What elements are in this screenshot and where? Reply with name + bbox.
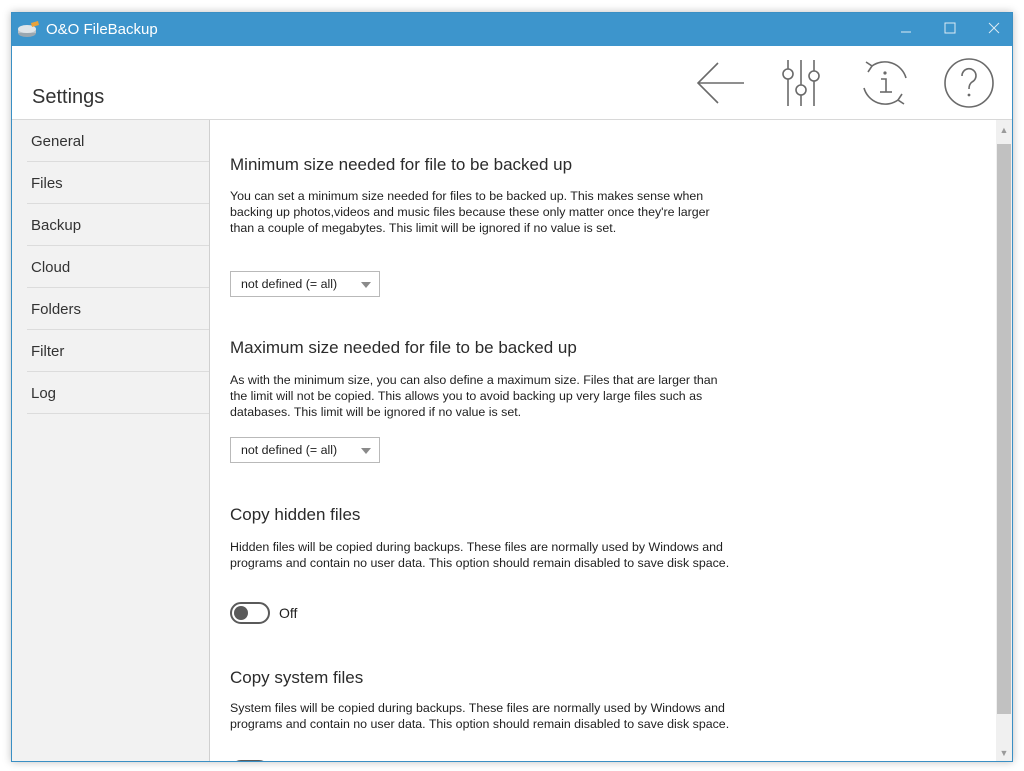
- settings-content: Minimum size needed for file to be backe…: [211, 120, 996, 761]
- max-size-dropdown[interactable]: not defined (= all): [230, 437, 380, 463]
- title-bar: O&O FileBackup: [12, 13, 1012, 46]
- info-history-icon[interactable]: [858, 56, 912, 110]
- max-size-description: As with the minimum size, you can also d…: [230, 373, 718, 419]
- sidebar-item-folders[interactable]: Folders: [27, 288, 209, 330]
- min-size-dropdown[interactable]: not defined (= all): [230, 271, 380, 297]
- window-title: O&O FileBackup: [46, 21, 158, 38]
- sidebar-item-log[interactable]: Log: [27, 372, 209, 414]
- sidebar-item-label: Backup: [31, 217, 82, 234]
- system-files-description: System files will be copied during backu…: [230, 701, 730, 731]
- sidebar-item-label: Folders: [31, 301, 82, 318]
- app-window: O&O FileBackup Settings General Files Ba…: [11, 12, 1013, 762]
- sliders-icon[interactable]: [774, 56, 828, 110]
- close-button[interactable]: [974, 13, 1012, 46]
- settings-sidebar: General Files Backup Cloud Folders Filte…: [12, 120, 210, 761]
- sidebar-item-filter[interactable]: Filter: [27, 330, 209, 372]
- hidden-files-state: Off: [279, 605, 298, 621]
- help-icon[interactable]: [942, 56, 996, 110]
- back-arrow-icon[interactable]: [694, 56, 748, 110]
- maximize-button[interactable]: [930, 13, 970, 46]
- maximize-icon: [944, 22, 956, 34]
- minimize-button[interactable]: [886, 13, 926, 46]
- min-size-value: not defined (= all): [241, 277, 338, 291]
- page-header: Settings: [12, 46, 1012, 120]
- max-size-value: not defined (= all): [241, 443, 338, 457]
- hidden-files-toggle[interactable]: [230, 602, 270, 624]
- max-size-title: Maximum size needed for file to be backe…: [230, 338, 577, 357]
- system-files-toggle[interactable]: [230, 760, 270, 761]
- sidebar-item-cloud[interactable]: Cloud: [27, 246, 209, 288]
- toggle-knob: [234, 606, 248, 620]
- chevron-down-icon: [361, 448, 371, 454]
- close-icon: [988, 22, 1000, 34]
- vertical-scrollbar[interactable]: ▲ ▼: [996, 120, 1012, 761]
- scroll-down-icon[interactable]: ▼: [996, 745, 1012, 761]
- scroll-thumb[interactable]: [997, 144, 1011, 714]
- app-logo-icon: [18, 21, 39, 37]
- sidebar-item-label: Cloud: [31, 259, 71, 276]
- hidden-files-title: Copy hidden files: [230, 505, 361, 524]
- min-size-title: Minimum size needed for file to be backe…: [230, 155, 573, 174]
- min-size-description: You can set a minimum size needed for fi…: [230, 189, 710, 235]
- page-title: Settings: [32, 86, 105, 108]
- hidden-files-description: Hidden files will be copied during backu…: [230, 540, 730, 570]
- sidebar-item-label: Log: [31, 385, 57, 402]
- sidebar-item-general[interactable]: General: [27, 120, 209, 162]
- sidebar-item-label: Files: [31, 175, 63, 192]
- scroll-up-icon[interactable]: ▲: [996, 122, 1012, 138]
- sidebar-item-label: Filter: [31, 343, 65, 360]
- sidebar-item-files[interactable]: Files: [27, 162, 209, 204]
- system-files-title: Copy system files: [230, 668, 364, 687]
- sidebar-item-backup[interactable]: Backup: [27, 204, 209, 246]
- sidebar-item-label: General: [31, 133, 85, 150]
- minimize-icon: [901, 31, 911, 33]
- chevron-down-icon: [361, 282, 371, 288]
